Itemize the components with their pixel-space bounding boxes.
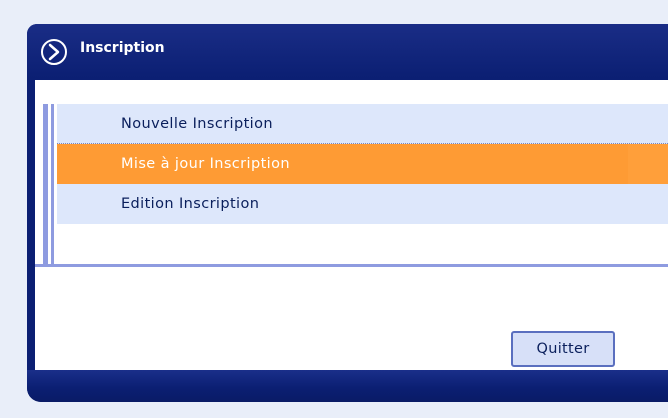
menu-item-label: Nouvelle Inscription (121, 116, 273, 132)
quit-button[interactable]: Quitter (511, 331, 615, 367)
panel-title: Inscription (80, 40, 165, 56)
menu-item-edition-inscription[interactable]: Edition Inscription (57, 184, 668, 224)
menu-item-nouvelle-inscription[interactable]: Nouvelle Inscription (57, 104, 668, 144)
inscription-panel: Inscription Nouvelle Inscription Mise à … (27, 24, 668, 402)
menu-item-label: Edition Inscription (121, 196, 260, 212)
panel-header: Inscription (27, 24, 668, 78)
panel-content: Nouvelle Inscription Mise à jour Inscrip… (35, 80, 668, 370)
menu-left-bar (43, 104, 48, 264)
panel-footer (27, 370, 668, 402)
menu-list: Nouvelle Inscription Mise à jour Inscrip… (35, 104, 668, 267)
menu-item-mise-a-jour-inscription[interactable]: Mise à jour Inscription (57, 144, 668, 184)
menu-left-bar (51, 104, 54, 264)
menu-item-label: Mise à jour Inscription (121, 156, 290, 172)
chevron-right-icon (41, 39, 67, 65)
